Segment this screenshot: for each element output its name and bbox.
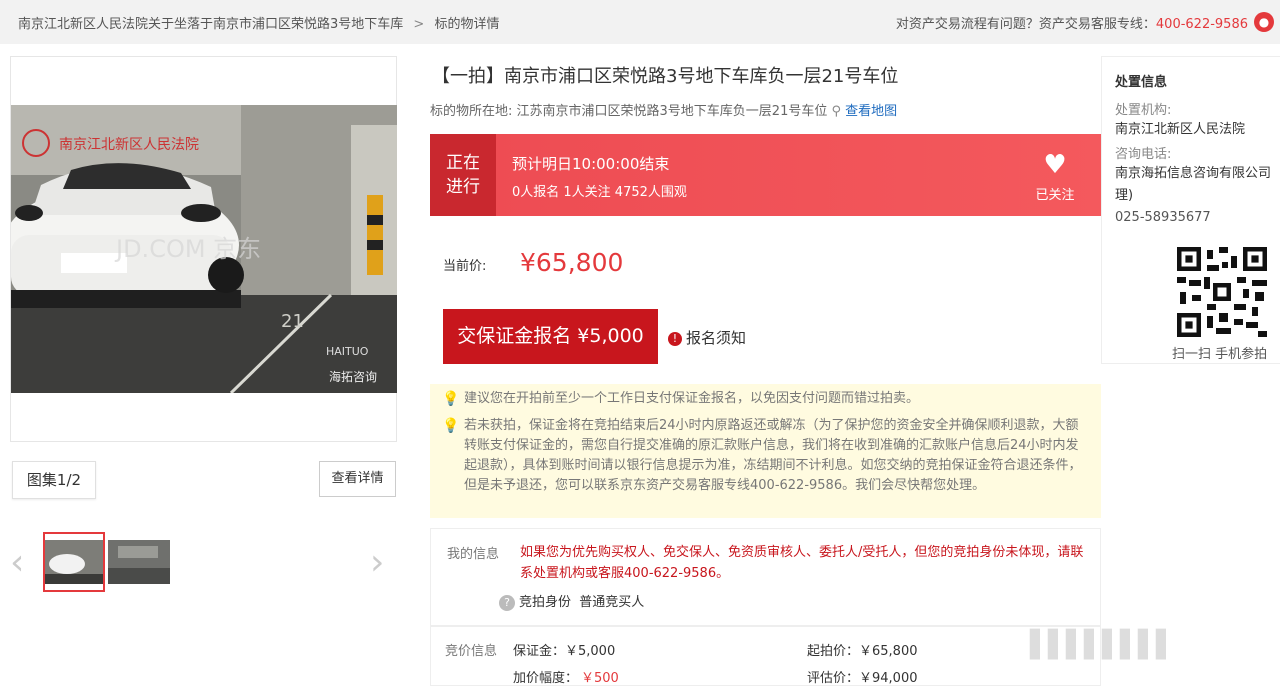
location-value: 江苏南京市浦口区荣悦路3号地下车库负一层21号车位 (516, 104, 828, 119)
bidder-role-value: 普通竞买人 (579, 595, 645, 610)
contact-label: 咨询电话: (1115, 147, 1172, 162)
status-tag-line1: 正在 (446, 153, 480, 173)
pay-deposit-button[interactable]: 交保证金报名 ¥5,000 (443, 309, 658, 364)
bidder-role: ? 竞拍身份 普通竞买人 (499, 591, 644, 611)
thumbnail-2[interactable] (108, 532, 170, 592)
breadcrumb: 南京江北新区人民法院关于坐落于南京市浦口区荣悦路3号地下车库 > 标的物详情 (18, 13, 499, 32)
top-bar: 南京江北新区人民法院关于坐落于南京市浦口区荣悦路3号地下车库 > 标的物详情 对… (0, 0, 1280, 44)
breadcrumb-parent[interactable]: 南京江北新区人民法院关于坐落于南京市浦口区荣悦路3号地下车库 (18, 17, 403, 32)
appraisal-value: 评估价：￥94,000 (807, 671, 918, 686)
my-info-label: 我的信息 (447, 547, 500, 562)
item-location: 标的物所在地: 江苏南京市浦口区荣悦路3号地下车库负一层21号车位 ⚲ 查看地图 (430, 100, 897, 119)
contact-paren: 理) (1115, 188, 1134, 203)
help-line: 对资产交易流程有问题？资产交易客服专线：400-622-9586 (896, 13, 1248, 32)
help-icon[interactable]: ? (499, 595, 515, 611)
scan-text: 扫一扫 手机参拍 (1172, 347, 1268, 362)
bid-info-section: 竞价信息 保证金：￥5,000 起拍价：￥65,800 加价幅度： ￥500 评… (430, 626, 1101, 686)
svg-text:海拓咨询: 海拓咨询 (329, 369, 377, 384)
org-value: 南京江北新区人民法院 (1115, 122, 1246, 137)
end-time: 预计明日10:00:00结束 (512, 155, 670, 173)
disposal-heading: 处置信息 (1115, 75, 1168, 90)
tip-item: 💡 建议您在开拍前至少一个工作日支付保证金报名，以免因支付问题而错过拍卖。 (442, 391, 920, 407)
view-map-link[interactable]: 查看地图 (845, 104, 897, 119)
alert-icon: ! (668, 332, 682, 346)
breadcrumb-current: 标的物详情 (434, 17, 500, 32)
help-text: 对资产交易流程有问题？资产交易客服专线： (895, 17, 1156, 32)
help-phone[interactable]: 400-622-9586 (1156, 17, 1248, 32)
follow-button[interactable]: ♥ 已关注 (1027, 152, 1083, 203)
location-label: 标的物所在地: (430, 104, 513, 119)
map-pin-icon: ⚲ (831, 104, 842, 119)
heart-icon: ♥ (1043, 150, 1067, 180)
lightbulb-icon: 💡 (442, 391, 460, 407)
tip-item: 💡 若未获拍，保证金将在竞拍结束后24小时内原路返还或解冻（为了保护您的资金安全… (442, 418, 1082, 493)
car-photo-illustration: 21 南京江北新区人民法院 JD.COM 京东 HAITUO 海拓咨询 (11, 105, 397, 393)
view-details-button[interactable]: 查看详情 (319, 461, 396, 497)
contact-phone: 025-58935677 (1115, 210, 1211, 225)
svg-text:HAITUO: HAITUO (326, 345, 369, 358)
tips-panel: 💡 建议您在开拍前至少一个工作日支付保证金报名，以免因支付问题而错过拍卖。 💡 … (430, 384, 1101, 518)
current-price: ¥65,800 (520, 248, 624, 277)
current-price-label: 当前价: (443, 259, 487, 274)
item-title: 【一拍】南京市浦口区荣悦路3号地下车库负一层21号车位 (432, 66, 899, 87)
chevron-right-icon[interactable]: › (370, 545, 384, 581)
jd-logo-icon[interactable]: ● (1254, 12, 1274, 32)
contact-org: 南京海拓信息咨询有限公司 (1115, 166, 1272, 181)
main-photo[interactable]: 21 南京江北新区人民法院 JD.COM 京东 HAITUO 海拓咨询 (11, 105, 397, 393)
blurred-overlay: ▌▌▌▌▌▌▌▌ (1030, 630, 1176, 660)
increment-value: ￥500 (581, 671, 619, 686)
deposit-value: 保证金：￥5,000 (513, 644, 616, 659)
status-tag: 正在 进行 (430, 134, 496, 216)
bid-info-label: 竞价信息 (445, 644, 498, 659)
thumbnail-car-image (45, 534, 103, 590)
album-counter: 图集1/2 (12, 461, 96, 499)
site-watermark: JD.COM 京东 (114, 235, 261, 263)
qr-code-icon[interactable] (1177, 247, 1267, 337)
court-watermark: 南京江北新区人民法院 (59, 137, 199, 153)
signup-notice-link[interactable]: ! 报名须知 (668, 327, 746, 348)
increment-label: 加价幅度： (513, 671, 579, 686)
my-info-section: 我的信息 如果您为优先购买权人、免交保人、免资质审核人、委托人/受托人，但您的竞… (430, 528, 1101, 626)
status-tag-line2: 进行 (446, 177, 480, 197)
start-price-value: 起拍价：￥65,800 (807, 644, 918, 659)
chevron-left-icon[interactable]: ‹ (10, 545, 24, 581)
my-info-message: 如果您为优先购买权人、免交保人、免资质审核人、委托人/受托人，但您的竞拍身份未体… (520, 545, 1084, 581)
follow-label: 已关注 (1035, 188, 1075, 203)
breadcrumb-separator: > (413, 17, 425, 32)
signup-notice-label: 报名须知 (686, 329, 747, 347)
thumbnail-1[interactable] (43, 532, 105, 592)
thumbnail-garage-image (108, 532, 170, 592)
main-gallery: 21 南京江北新区人民法院 JD.COM 京东 HAITUO 海拓咨询 (10, 56, 397, 442)
lightbulb-icon: 💡 (442, 418, 460, 434)
auction-stats: 0人报名 1人关注 4752人围观 (512, 185, 687, 200)
disposal-info-panel: 处置信息 处置机构: 南京江北新区人民法院 咨询电话: 南京海拓信息咨询有限公司… (1101, 56, 1280, 364)
auction-status-bar: 正在 进行 预计明日10:00:00结束 0人报名 1人关注 4752人围观 ♥… (430, 134, 1101, 216)
svg-text:21: 21 (281, 311, 304, 332)
bidder-role-label: 竞拍身份 (519, 595, 572, 610)
org-label: 处置机构: (1115, 103, 1172, 118)
